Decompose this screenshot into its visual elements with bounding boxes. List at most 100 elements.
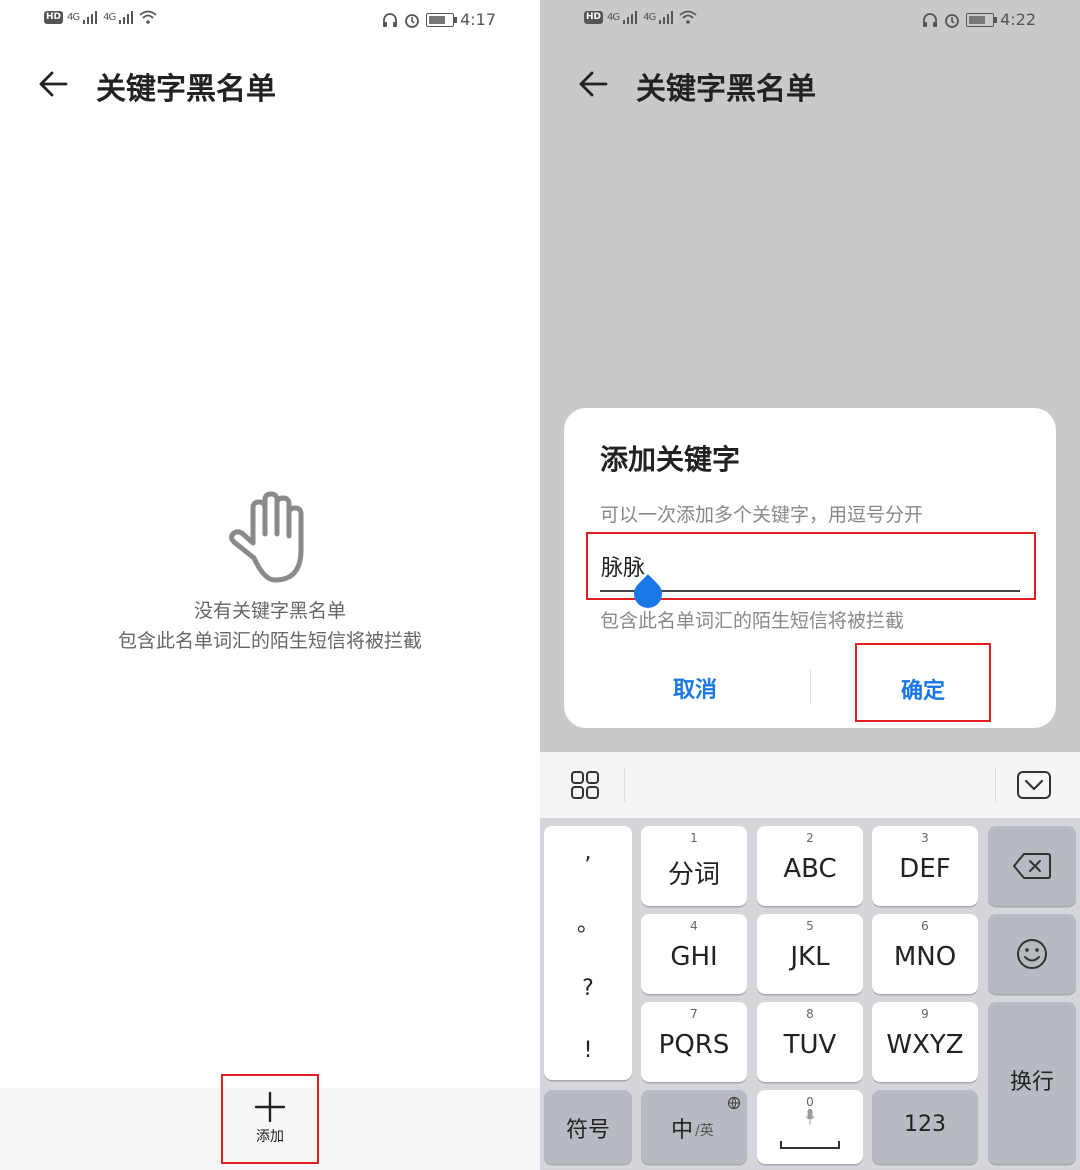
backspace-icon — [1013, 853, 1051, 879]
battery-icon — [966, 12, 998, 27]
key-1[interactable]: 1 分词 — [641, 826, 747, 906]
enter-key-label: 换行 — [1009, 1070, 1054, 1095]
key-label: 分词 — [667, 860, 720, 890]
status-time: 4:17 — [460, 10, 496, 29]
emoji-key[interactable] — [988, 914, 1076, 994]
enter-key[interactable]: 换行 — [988, 1002, 1076, 1164]
add-button-label: 添加 — [256, 1129, 284, 1145]
key-5[interactable]: 5 JKL — [757, 914, 863, 994]
key-number: 2 — [806, 831, 814, 845]
keyword-input[interactable]: 脉脉 — [586, 532, 1036, 614]
key-number: 5 — [806, 919, 814, 933]
page-title: 关键字黑名单 — [96, 72, 276, 107]
symbols-key-label: 符号 — [565, 1118, 610, 1143]
hd-icon: HD — [44, 10, 64, 24]
punctuation-column[interactable]: , 。 ? ! — [544, 826, 632, 1080]
backspace-key[interactable] — [988, 826, 1076, 906]
smiley-icon — [1017, 939, 1047, 969]
space-bar-icon — [780, 1141, 840, 1149]
lang-sub: /英 — [695, 1123, 714, 1139]
app-bar: 关键字黑名单 — [0, 56, 540, 112]
wifi-icon — [679, 10, 697, 24]
button-divider — [810, 670, 811, 704]
dialog-description: 包含此名单词汇的陌生短信将被拦截 — [600, 610, 905, 632]
globe-icon — [727, 1096, 741, 1110]
language-switch-key[interactable]: 中 /英 — [641, 1090, 747, 1164]
keyword-input-value[interactable]: 脉脉 — [601, 550, 645, 582]
space-key-number: 0 — [806, 1095, 814, 1109]
signal-bars-icon-2 — [119, 11, 134, 24]
toolbar-divider — [624, 768, 625, 802]
symbols-key[interactable]: 符号 — [544, 1090, 632, 1164]
punct-comma[interactable]: , — [544, 840, 632, 865]
numbers-key-label: 123 — [904, 1112, 946, 1137]
key-label: DEF — [899, 854, 951, 884]
cancel-button[interactable]: 取消 — [640, 672, 750, 704]
plus-icon — [254, 1091, 286, 1123]
key-label: JKL — [790, 942, 830, 972]
battery-icon — [426, 12, 458, 27]
key-number: 7 — [690, 1007, 698, 1021]
key-7[interactable]: 7 PQRS — [641, 1002, 747, 1082]
key-number: 3 — [921, 831, 929, 845]
confirm-button[interactable]: 确定 — [855, 643, 991, 722]
numbers-key[interactable]: 123 — [872, 1090, 978, 1164]
key-label: WXYZ — [886, 1030, 964, 1060]
key-3[interactable]: 3 DEF — [872, 826, 978, 906]
status-bar: HD 4G 4G 4:22 — [540, 0, 1080, 40]
headphones-icon — [383, 12, 398, 27]
alarm-icon — [405, 13, 419, 28]
key-6[interactable]: 6 MNO — [872, 914, 978, 994]
signal-bars-icon — [623, 11, 638, 24]
keyboard: , 。 ? ! 1 分词 2 ABC 3 DEF 4 GHI 5 JKL 6 M… — [540, 818, 1080, 1170]
keyboard-toolbar — [540, 752, 1080, 818]
input-underline — [600, 590, 1020, 592]
key-label: ABC — [783, 854, 837, 884]
signal-icon: 4G — [67, 11, 80, 23]
punct-question[interactable]: ? — [544, 976, 632, 1001]
key-number: 1 — [690, 831, 698, 845]
add-keyword-dialog: 添加关键字 可以一次添加多个关键字，用逗号分开 脉脉 包含此名单词汇的陌生短信将… — [564, 408, 1056, 728]
punct-exclaim[interactable]: ! — [544, 1038, 632, 1063]
key-number: 9 — [921, 1007, 929, 1021]
space-key[interactable]: 0 — [757, 1090, 863, 1164]
key-label: PQRS — [658, 1030, 730, 1060]
hide-keyboard-icon[interactable] — [1016, 770, 1052, 800]
signal-icon: 4G — [607, 11, 620, 23]
key-number: 4 — [690, 919, 698, 933]
app-bar: 关键字黑名单 — [540, 56, 1080, 112]
hand-stop-icon — [229, 491, 304, 583]
key-number: 6 — [921, 919, 929, 933]
key-4[interactable]: 4 GHI — [641, 914, 747, 994]
toolbar-divider — [995, 768, 996, 802]
signal-icon-2: 4G — [643, 11, 656, 23]
lang-main: 中 — [671, 1118, 694, 1143]
back-arrow-icon[interactable] — [36, 66, 72, 102]
headphones-icon — [923, 12, 938, 27]
bottom-toolbar: 添加 — [0, 1074, 540, 1170]
alarm-icon — [945, 13, 959, 28]
confirm-button-label: 确定 — [900, 679, 945, 704]
dialog-title: 添加关键字 — [600, 443, 741, 476]
key-8[interactable]: 8 TUV — [757, 1002, 863, 1082]
key-label: MNO — [893, 942, 957, 972]
back-arrow-icon[interactable] — [576, 66, 612, 102]
key-number: 8 — [806, 1007, 814, 1021]
punct-period[interactable]: 。 — [544, 906, 632, 938]
empty-title: 没有关键字黑名单 — [193, 600, 346, 622]
grid-menu-icon[interactable] — [570, 770, 600, 800]
wifi-icon — [139, 10, 157, 24]
status-bar: HD 4G 4G 4:17 — [0, 0, 540, 40]
key-9[interactable]: 9 WXYZ — [872, 1002, 978, 1082]
right-screen: HD 4G 4G 4:22 关键字黑名单 添加关键字 可以一次添加多个关键字，用… — [540, 0, 1080, 1170]
key-label: GHI — [670, 942, 718, 972]
empty-description: 包含此名单词汇的陌生短信将被拦截 — [117, 630, 422, 652]
signal-bars-icon — [83, 11, 98, 24]
status-time: 4:22 — [1000, 10, 1036, 29]
empty-state: 没有关键字黑名单 包含此名单词汇的陌生短信将被拦截 — [0, 488, 540, 656]
add-button[interactable]: 添加 — [221, 1074, 319, 1164]
hd-icon: HD — [584, 10, 604, 24]
key-2[interactable]: 2 ABC — [757, 826, 863, 906]
signal-icon-2: 4G — [103, 11, 116, 23]
key-label: TUV — [783, 1030, 837, 1060]
